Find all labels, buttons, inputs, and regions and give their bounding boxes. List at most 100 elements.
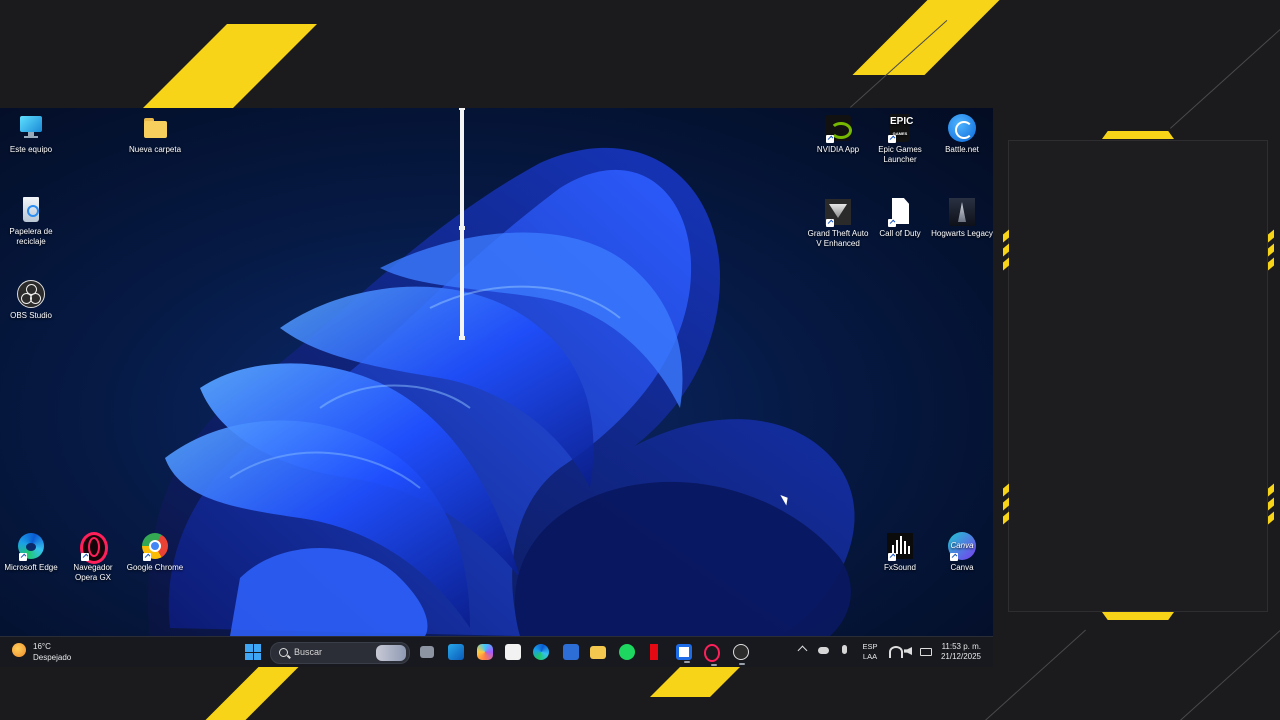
shortcut-arrow-icon <box>143 553 151 561</box>
weather-condition: Despejado <box>33 653 72 662</box>
desktop-icon-nvidia-app[interactable]: NVIDIA App <box>807 114 869 155</box>
desktop-icon-epic-games[interactable]: EPIC GAMES Epic Games Launcher <box>869 114 931 165</box>
canva-icon: Canva <box>948 532 976 561</box>
file-explorer-icon[interactable] <box>590 646 606 659</box>
panel-notch <box>1268 497 1274 511</box>
frame-line <box>1170 20 1280 129</box>
document-icon <box>886 198 914 227</box>
obs-icon <box>17 280 45 308</box>
clock-time: 11:53 p. m. <box>941 642 981 651</box>
shortcut-arrow-icon <box>888 553 896 561</box>
roblox-studio-icon[interactable] <box>676 644 692 663</box>
epic-logo-text: EPIC <box>890 116 914 127</box>
netflix-icon[interactable] <box>650 644 658 660</box>
shortcut-arrow-icon <box>888 135 896 143</box>
weather-moon-icon <box>12 643 26 657</box>
cloud-icon[interactable] <box>818 647 829 654</box>
speaker-icon[interactable] <box>904 647 912 655</box>
desktop-icon-canva[interactable]: Canva Canva <box>931 532 993 573</box>
clock-date: 21/12/2025 <box>940 652 981 661</box>
desktop-icon-nueva-carpeta[interactable]: Nueva carpeta <box>124 114 186 155</box>
shortcut-arrow-icon <box>888 219 896 227</box>
desktop-icon-label: Epic Games Launcher <box>878 145 922 164</box>
edge-icon[interactable] <box>533 644 549 660</box>
panel-notch <box>1268 483 1274 497</box>
taskbar-search-box[interactable]: Buscar <box>270 642 410 664</box>
desktop-icon-label: Google Chrome <box>126 563 184 572</box>
desktop-icon-label: Grand Theft Auto V Enhanced <box>807 229 869 248</box>
search-icon <box>279 648 288 657</box>
system-clock[interactable]: 11:53 p. m. 21/12/2025 <box>941 642 981 662</box>
shortcut-arrow-icon <box>826 219 834 227</box>
desktop-icon-battlenet[interactable]: Battle.net <box>931 114 993 155</box>
yellow-stripe <box>650 667 740 697</box>
divider-cap <box>459 108 465 110</box>
hogwarts-icon <box>948 198 976 226</box>
desktop-icon-microsoft-edge[interactable]: Microsoft Edge <box>0 532 62 573</box>
search-placeholder: Buscar <box>294 647 323 657</box>
desktop-icon-este-equipo[interactable]: Este equipo <box>0 114 62 155</box>
desktop-icon-label: Papelera de reciclaje <box>9 227 53 246</box>
panel-notch <box>1268 243 1274 257</box>
todo-icon[interactable] <box>563 644 579 660</box>
frame-line <box>1180 619 1280 720</box>
desktop-icon-label: OBS Studio <box>10 311 52 320</box>
desktop-icon-label: Call of Duty <box>879 229 921 238</box>
shortcut-arrow-icon <box>81 553 89 561</box>
desktop-icon-papelera[interactable]: Papelera de reciclaje <box>0 196 62 247</box>
battlenet-icon <box>948 114 976 142</box>
shortcut-arrow-icon <box>19 553 27 561</box>
desktop-icon-label: NVIDIA App <box>816 145 860 154</box>
nvidia-icon <box>824 114 852 143</box>
taskbar: 16°C Despejado Buscar ESP LAA 11:53 p. m… <box>0 636 993 667</box>
desktop-capture: Este equipo Nueva carpeta Papelera de re… <box>0 108 993 667</box>
language-indicator[interactable]: ESP LAA <box>860 642 880 662</box>
microphone-icon[interactable] <box>842 645 847 654</box>
desktop-icon-label: Battle.net <box>945 145 979 154</box>
battery-icon[interactable] <box>920 648 932 656</box>
desktop-icon-fxsound[interactable]: FxSound <box>869 532 931 573</box>
side-panel <box>1008 140 1268 612</box>
task-view-icon[interactable] <box>420 646 434 658</box>
outlook-icon[interactable] <box>448 644 464 660</box>
yellow-stripe <box>205 667 299 720</box>
shortcut-arrow-icon <box>950 553 958 561</box>
canva-logo-text: Canva <box>950 541 974 550</box>
desktop-icon-google-chrome[interactable]: Google Chrome <box>124 532 186 573</box>
desktop-icon-label: Hogwarts Legacy <box>931 229 993 238</box>
store-icon[interactable] <box>505 644 521 660</box>
search-highlight-art <box>376 645 406 661</box>
panel-tab-bottom <box>1102 612 1174 620</box>
desktop-icon-label: FxSound <box>883 563 917 572</box>
desktop-icon-hogwarts-legacy[interactable]: Hogwarts Legacy <box>931 198 993 239</box>
panel-notch <box>1268 229 1274 243</box>
monitor-icon <box>17 114 45 142</box>
desktop-icon-gta-v[interactable]: Grand Theft Auto V Enhanced <box>807 198 869 249</box>
desktop-icon-obs-studio[interactable]: OBS Studio <box>0 280 62 321</box>
divider-cap <box>459 226 465 230</box>
desktop-icon-call-of-duty[interactable]: Call of Duty <box>869 198 931 239</box>
obs-icon[interactable] <box>733 644 749 665</box>
panel-notch <box>1268 511 1274 525</box>
opera-gx-icon[interactable] <box>704 644 720 666</box>
spotify-icon[interactable] <box>619 644 635 660</box>
windows-start-icon[interactable] <box>245 644 261 660</box>
desktop-icon-label: Navegador Opera GX <box>73 563 113 582</box>
divider-cap <box>459 336 465 340</box>
wifi-icon[interactable] <box>889 646 903 658</box>
edge-icon <box>17 532 45 561</box>
desktop-icon-label: Canva <box>950 563 974 572</box>
weather-temperature: 16°C <box>33 642 51 651</box>
panel-tab-top <box>1102 131 1174 139</box>
copilot-icon[interactable] <box>477 644 493 660</box>
desktop-icon-opera-gx[interactable]: Navegador Opera GX <box>62 532 124 583</box>
recycle-bin-icon <box>17 196 45 224</box>
desktop-icon-label: Nueva carpeta <box>128 145 182 154</box>
chrome-icon <box>141 532 169 561</box>
desktop-icon-label: Este equipo <box>9 145 53 154</box>
fxsound-icon <box>886 532 914 561</box>
epic-games-icon: EPIC GAMES <box>886 114 914 143</box>
chevron-up-icon[interactable] <box>797 645 808 656</box>
panel-notch <box>1268 257 1274 271</box>
frame-line <box>985 629 1086 720</box>
